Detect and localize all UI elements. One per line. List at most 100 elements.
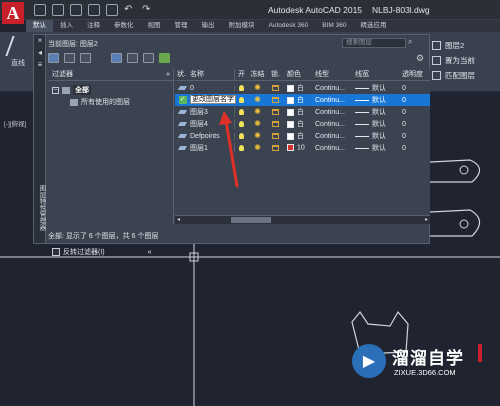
layer-lineweight-cell[interactable]: 默认 — [352, 107, 399, 117]
tab-featured-apps[interactable]: 精选应用 — [353, 20, 393, 32]
layer-lock-toggle[interactable] — [267, 133, 284, 139]
layer-row[interactable]: Defpoints ✺ 白 Continu... 默认 0 — [175, 130, 430, 142]
layer-transparency-cell[interactable]: 0 — [399, 109, 430, 116]
layer-name[interactable]: 更改图层名字 — [190, 95, 236, 104]
settings-gear-icon[interactable]: ⚙ — [416, 53, 424, 64]
layer-linetype-cell[interactable]: Continu... — [312, 97, 352, 104]
tab-view[interactable]: 视图 — [141, 20, 168, 32]
layer-on-toggle[interactable] — [235, 133, 248, 139]
layer-name-cell[interactable]: 图层1 — [188, 143, 235, 153]
collapse-tree-icon[interactable]: – — [52, 86, 59, 94]
layer-name-cell[interactable]: 图层4 — [188, 119, 235, 129]
new-property-filter-icon[interactable] — [48, 53, 59, 63]
layer-linetype-cell[interactable]: Continu... — [312, 109, 352, 116]
layer-linetype-cell[interactable]: Continu... — [312, 121, 352, 128]
layer-freeze-toggle[interactable]: ✺ — [248, 107, 267, 117]
layer-lock-toggle[interactable] — [267, 145, 284, 151]
layer-linetype-cell[interactable]: Continu... — [312, 145, 352, 152]
layer-color-cell[interactable]: 白 — [284, 107, 312, 117]
new-group-filter-icon[interactable] — [64, 53, 75, 63]
layer-color-cell[interactable]: 白 — [284, 131, 312, 141]
layer-linetype-cell[interactable]: Continu... — [312, 133, 352, 140]
tab-manage[interactable]: 管理 — [168, 20, 195, 32]
new-layer-icon[interactable] — [111, 53, 122, 63]
layer-color-cell[interactable]: 白 — [284, 95, 312, 105]
layer-states-manager-icon[interactable] — [80, 53, 91, 63]
layer-color-cell[interactable]: 白 — [284, 83, 312, 93]
layer-transparency-cell[interactable]: 0 — [399, 85, 430, 92]
layer-row[interactable]: 图层1 ✺ 10 Continu... 默认 0 — [175, 142, 430, 154]
tree-node-all[interactable]: – 全部 — [52, 85, 91, 95]
layer-color-cell[interactable]: 白 — [284, 119, 312, 129]
line-tool-button[interactable]: 直线 — [5, 36, 31, 68]
match-layer-button[interactable]: 匹配图层 — [432, 68, 475, 83]
layer-search-input[interactable]: 搜索图层 — [342, 38, 406, 48]
tab-autodesk360[interactable]: Autodesk 360 — [262, 20, 316, 32]
layer-freeze-toggle[interactable]: ✺ — [248, 95, 267, 105]
col-name[interactable]: 名称 — [188, 69, 235, 80]
delete-layer-icon[interactable] — [143, 53, 154, 63]
layer-row[interactable]: ✓ 更改图层名字 ✺ 白 Continu... 默认 0 — [175, 94, 430, 106]
layer-lock-toggle[interactable] — [267, 97, 284, 103]
layer-row[interactable]: 图层3 ✺ 白 Continu... 默认 0 — [175, 106, 430, 118]
layer-on-toggle[interactable] — [235, 145, 248, 151]
layer-on-toggle[interactable] — [235, 85, 248, 91]
layer-transparency-cell[interactable]: 0 — [399, 133, 430, 140]
layer-lineweight-cell[interactable]: 默认 — [352, 95, 399, 105]
layer-status-cell[interactable] — [175, 122, 188, 126]
layer-freeze-toggle[interactable]: ✺ — [248, 143, 267, 153]
layer-status-cell[interactable] — [175, 110, 188, 114]
layer-dropdown[interactable]: 图层2 — [432, 38, 475, 53]
search-icon[interactable]: ⌕ — [408, 37, 418, 47]
layer-linetype-cell[interactable]: Continu... — [312, 85, 352, 92]
col-linetype[interactable]: 线型 — [312, 69, 352, 80]
viewcube-grip[interactable] — [478, 344, 482, 362]
invert-filter-checkbox[interactable] — [52, 248, 60, 256]
layer-lock-toggle[interactable] — [267, 121, 284, 127]
tab-parametric[interactable]: 参数化 — [107, 20, 141, 32]
layer-name-cell[interactable]: Defpoints — [188, 132, 235, 140]
collapse-panel-icon[interactable]: « — [148, 249, 152, 256]
undo-icon[interactable]: ↶ — [124, 4, 136, 16]
layer-color-cell[interactable]: 10 — [284, 144, 312, 152]
layer-freeze-toggle[interactable]: ✺ — [248, 119, 267, 129]
set-current-layer-icon[interactable] — [159, 53, 170, 63]
col-status[interactable]: 状. — [175, 69, 188, 80]
layer-lock-toggle[interactable] — [267, 109, 284, 115]
print-icon[interactable] — [106, 4, 118, 16]
scroll-left-icon[interactable]: ◂ — [177, 216, 180, 223]
layer-freeze-toggle[interactable]: ✺ — [248, 83, 267, 93]
layer-transparency-cell[interactable]: 0 — [399, 97, 430, 104]
layer-name-cell[interactable]: 更改图层名字 — [188, 95, 236, 105]
pin-icon[interactable]: ◂ — [36, 49, 44, 57]
col-transparency[interactable]: 透明度 — [399, 69, 430, 80]
layer-freeze-toggle[interactable]: ✺ — [248, 131, 267, 141]
close-icon[interactable]: × — [36, 37, 44, 45]
viewport-label[interactable]: [-][俯视] — [4, 118, 26, 128]
layer-row[interactable]: 图层4 ✺ 白 Continu... 默认 0 — [175, 118, 430, 130]
new-layer-vp-frozen-icon[interactable] — [127, 53, 138, 63]
layer-status-cell[interactable] — [175, 146, 188, 150]
tree-node-used-layers[interactable]: 所有使用的图层 — [70, 97, 130, 107]
tab-home[interactable]: 默认 — [26, 20, 53, 32]
col-color[interactable]: 颜色 — [284, 69, 312, 80]
horizontal-scrollbar[interactable]: ◂ ▸ — [175, 215, 430, 224]
layer-lock-toggle[interactable] — [267, 85, 284, 91]
redo-icon[interactable]: ↷ — [142, 4, 154, 16]
scroll-right-icon[interactable]: ▸ — [425, 216, 428, 223]
scroll-thumb[interactable] — [231, 217, 271, 223]
save-icon[interactable] — [70, 4, 82, 16]
layer-lineweight-cell[interactable]: 默认 — [352, 83, 399, 93]
properties-icon[interactable]: ≡ — [36, 61, 44, 69]
layer-on-toggle[interactable] — [235, 109, 248, 115]
collapse-filter-icon[interactable]: « — [166, 69, 170, 81]
tab-addins[interactable]: 附加模块 — [222, 20, 262, 32]
col-lineweight[interactable]: 线宽 — [352, 69, 399, 80]
tab-insert[interactable]: 插入 — [53, 20, 80, 32]
layer-transparency-cell[interactable]: 0 — [399, 145, 430, 152]
layer-status-cell[interactable]: ✓ — [175, 96, 188, 104]
layer-name-cell[interactable]: 0 — [188, 84, 235, 92]
save-as-icon[interactable] — [88, 4, 100, 16]
col-on[interactable]: 开 — [235, 69, 248, 80]
set-current-button[interactable]: 置为当前 — [432, 53, 475, 68]
